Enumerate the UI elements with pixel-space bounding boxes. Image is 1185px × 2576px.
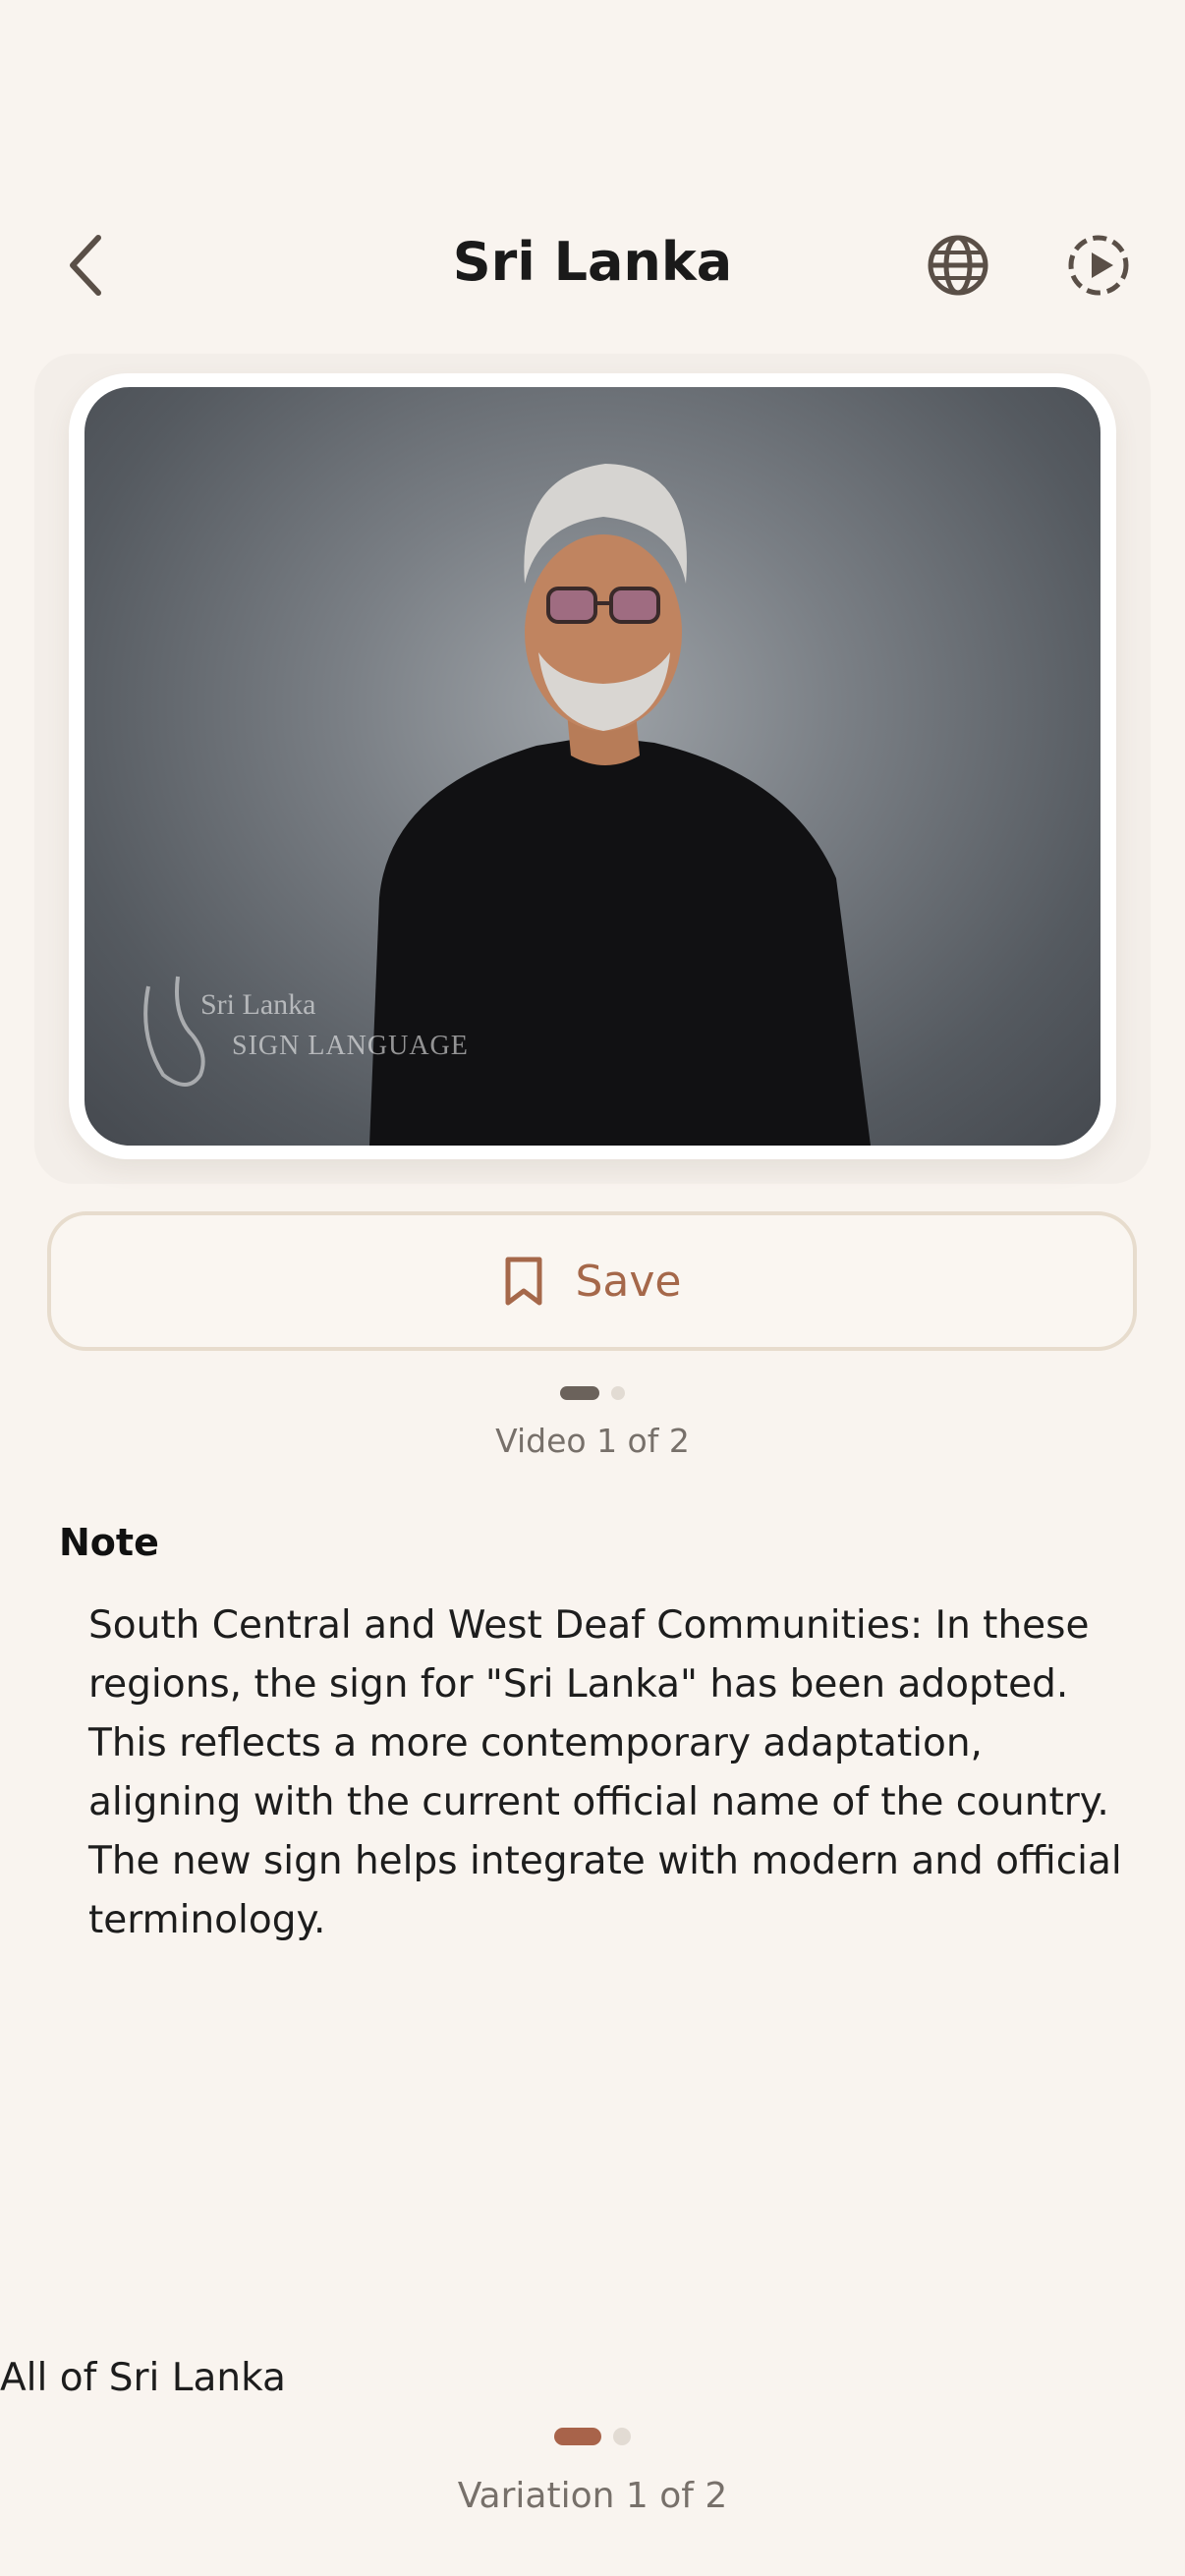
top-bar: Sri Lanka (0, 0, 1185, 354)
video-player[interactable]: Sri Lanka SIGN LANGUAGE (69, 373, 1116, 1159)
autoplay-button[interactable] (1064, 231, 1133, 300)
video-page-indicator (0, 1386, 1185, 1400)
region-label: All of Sri Lanka (0, 2356, 286, 2400)
note-heading: Note (59, 1521, 159, 1564)
page-title: Sri Lanka (452, 231, 733, 293)
video-dot-active[interactable] (560, 1386, 599, 1400)
save-button[interactable]: Save (47, 1211, 1137, 1351)
language-button[interactable] (924, 231, 992, 300)
variation-dot[interactable] (613, 2428, 631, 2445)
video-frame-image[interactable]: Sri Lanka SIGN LANGUAGE (85, 387, 1100, 1146)
bookmark-icon (505, 1257, 542, 1306)
watermark-subtitle: SIGN LANGUAGE (232, 1031, 469, 1061)
variation-dot-active[interactable] (554, 2428, 601, 2445)
video-counter: Video 1 of 2 (495, 1422, 690, 1460)
watermark-title: Sri Lanka (200, 988, 316, 1021)
variation-page-indicator (0, 2428, 1185, 2445)
variation-counter: Variation 1 of 2 (457, 2476, 728, 2516)
play-circle-icon (1068, 235, 1129, 296)
note-body: South Central and West Deaf Communities:… (88, 1603, 1122, 1942)
video-dot[interactable] (611, 1386, 625, 1400)
globe-icon (928, 235, 988, 296)
save-label: Save (575, 1256, 682, 1307)
